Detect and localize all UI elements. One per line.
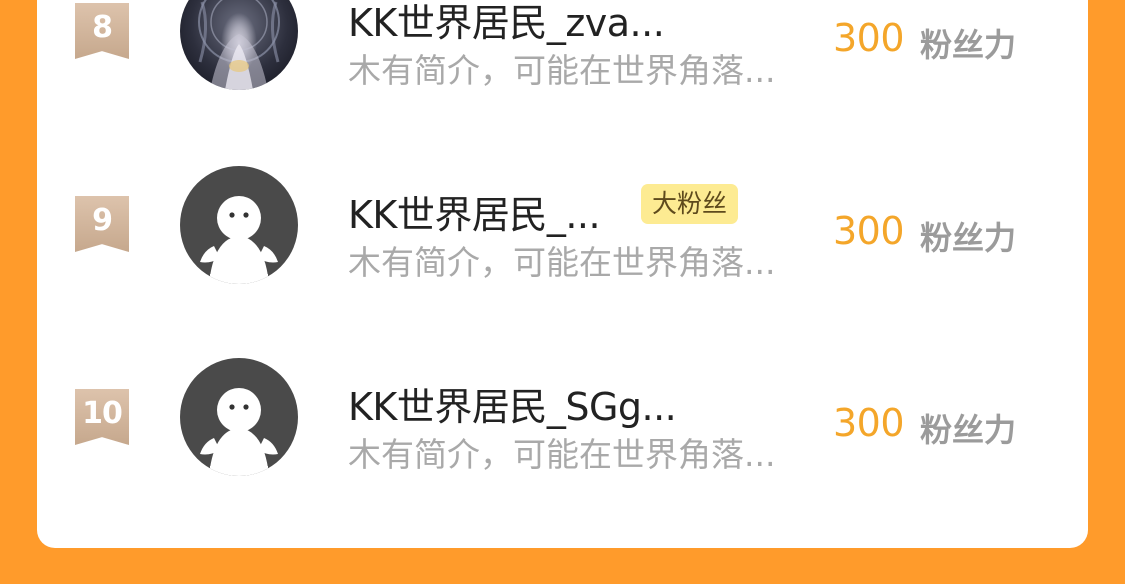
fan-score: 300 xyxy=(833,16,905,60)
avatar-artwork xyxy=(198,0,280,90)
avatar[interactable] xyxy=(180,166,298,284)
rank-ribbon: 10 xyxy=(75,389,129,445)
fan-ranking-card: 8 KK世界居民_zva... 木有简介，可能在世界角落... 300 粉丝力 … xyxy=(37,0,1088,548)
user-description: 木有简介，可能在世界角落... xyxy=(348,51,776,90)
avatar[interactable] xyxy=(180,358,298,476)
default-avatar-icon xyxy=(200,388,278,476)
fan-score: 300 xyxy=(833,209,905,253)
rank-ribbon: 9 xyxy=(75,196,129,252)
user-description: 木有简介，可能在世界角落... xyxy=(348,435,776,474)
ranking-row[interactable]: 10 KK世界居民_SGg... 木有简介，可能在世界角落... 300 粉丝力 xyxy=(37,356,1088,476)
fan-score-unit: 粉丝力 xyxy=(920,411,1017,449)
user-name[interactable]: KK世界居民_zva... xyxy=(348,0,665,47)
avatar[interactable] xyxy=(180,0,298,90)
rank-ribbon: 8 xyxy=(75,3,129,59)
fan-score-unit: 粉丝力 xyxy=(920,219,1017,257)
fan-score-unit: 粉丝力 xyxy=(920,26,1017,64)
fan-score: 300 xyxy=(833,401,905,445)
big-fan-badge: 大粉丝 xyxy=(641,184,739,224)
default-avatar-icon xyxy=(200,196,278,284)
user-name[interactable]: KK世界居民_... xyxy=(348,184,601,239)
user-name[interactable]: KK世界居民_SGg... xyxy=(348,376,677,431)
user-description: 木有简介，可能在世界角落... xyxy=(348,243,776,282)
ranking-row[interactable]: 9 KK世界居民_... 大粉丝 木有简介，可能在世界角落... 300 粉丝力 xyxy=(37,164,1088,284)
ranking-row[interactable]: 8 KK世界居民_zva... 木有简介，可能在世界角落... 300 粉丝力 xyxy=(37,0,1088,90)
